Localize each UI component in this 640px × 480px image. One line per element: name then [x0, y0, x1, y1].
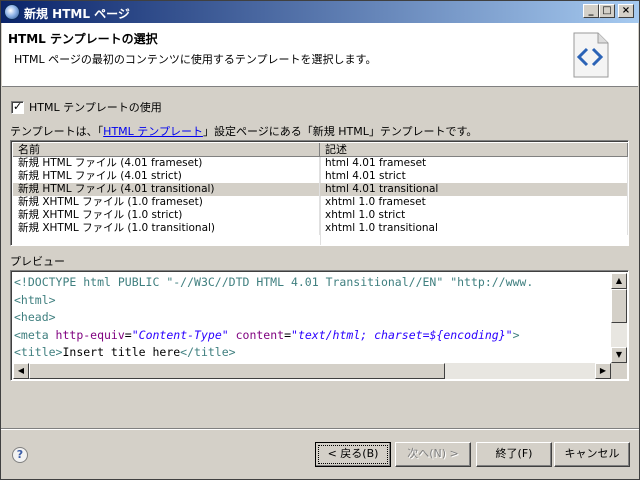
finish-button[interactable]: 終了(F)	[476, 442, 552, 467]
table-row[interactable]: 新規 XHTML ファイル (1.0 strict) xhtml 1.0 str…	[13, 209, 628, 222]
cancel-button[interactable]: キャンセル	[554, 442, 630, 467]
code-title-text: Insert title here	[62, 345, 181, 359]
preview-code: <!DOCTYPE html PUBLIC "-//W3C//DTD HTML …	[14, 274, 610, 364]
maximize-button[interactable]: □	[599, 4, 615, 18]
page-description: HTML ページの最初のコンテンツに使用するテンプレートを選択します。	[14, 53, 377, 66]
code-title-close: </title>	[180, 345, 236, 359]
preview-pane[interactable]: <!DOCTYPE html PUBLIC "-//W3C//DTD HTML …	[10, 270, 629, 381]
code-line: <!DOCTYPE html PUBLIC "-//W3C//DTD HTML …	[14, 274, 610, 292]
row-name: 新規 HTML ファイル (4.01 transitional)	[13, 183, 320, 196]
code-value: "Content-Type"	[131, 327, 229, 342]
minimize-button[interactable]: _	[583, 4, 599, 18]
row-description: html 4.01 transitional	[320, 183, 628, 196]
code-line: <meta http-equiv="Content-Type" content=…	[14, 327, 610, 345]
vertical-scrollbar[interactable]: ▲ ▼	[611, 273, 627, 363]
row-name: 新規 XHTML ファイル (1.0 frameset)	[13, 196, 320, 209]
code-line: <head>	[14, 309, 610, 327]
code-html-tag: <html>	[14, 292, 56, 307]
info-prefix: テンプレートは、「	[10, 125, 104, 138]
row-description: xhtml 1.0 transitional	[320, 222, 628, 235]
use-template-row[interactable]: HTML テンプレートの使用	[11, 99, 162, 115]
scroll-up-icon[interactable]: ▲	[611, 273, 627, 289]
vertical-scroll-thumb[interactable]	[611, 289, 627, 323]
help-icon[interactable]: ?	[12, 447, 28, 463]
code-doctype-string: "-//W3C//DTD HTML 4.01 Transitional//EN"…	[166, 275, 534, 289]
row-name: 新規 HTML ファイル (4.01 strict)	[13, 170, 320, 183]
horizontal-scroll-thumb[interactable]	[29, 363, 445, 379]
code-meta-close: >	[512, 327, 520, 342]
code-title-open: <title>	[14, 345, 63, 359]
table-row[interactable]: 新規 XHTML ファイル (1.0 transitional) xhtml 1…	[13, 222, 628, 235]
row-name: 新規 XHTML ファイル (1.0 transitional)	[13, 222, 320, 235]
info-suffix: 」設定ページにある「新規 HTML」テンプレートです。	[202, 125, 478, 138]
use-template-label: HTML テンプレートの使用	[29, 101, 162, 114]
row-description: html 4.01 strict	[320, 170, 628, 183]
next-button[interactable]: 次へ(N) >	[395, 442, 471, 467]
row-name: 新規 HTML ファイル (4.01 frameset)	[13, 157, 320, 170]
code-doctype: <!DOCTYPE html PUBLIC	[14, 275, 167, 289]
code-attr: http-equiv	[55, 327, 125, 342]
scroll-left-icon[interactable]: ◀	[13, 363, 29, 379]
column-header-name[interactable]: 名前	[13, 143, 320, 157]
button-bar-separator	[1, 428, 639, 430]
table-row[interactable]: 新規 HTML ファイル (4.01 strict) html 4.01 str…	[13, 170, 628, 183]
column-header-description[interactable]: 記述	[320, 143, 628, 157]
table-header: 名前 記述	[13, 143, 628, 157]
code-line: <html>	[14, 292, 610, 310]
close-button[interactable]: ×	[618, 4, 634, 18]
back-button[interactable]: < 戻る(B)	[315, 442, 391, 467]
row-description: xhtml 1.0 frameset	[320, 196, 628, 209]
wizard-header: HTML テンプレートの選択 HTML ページの最初のコンテンツに使用するテンプ…	[2, 23, 638, 87]
row-name: 新規 XHTML ファイル (1.0 strict)	[13, 209, 320, 222]
table-body: 新規 HTML ファイル (4.01 frameset) html 4.01 f…	[13, 157, 628, 235]
template-info: テンプレートは、「HTML テンプレート」設定ページにある「新規 HTML」テン…	[10, 123, 477, 139]
code-line: <title>Insert title here</title>	[14, 344, 610, 362]
horizontal-scrollbar[interactable]: ◀ ▶	[13, 363, 611, 379]
template-table[interactable]: 名前 記述 新規 HTML ファイル (4.01 frameset) html …	[10, 140, 629, 246]
code-attr: content	[235, 327, 285, 342]
row-description: xhtml 1.0 strict	[320, 209, 628, 222]
table-row[interactable]: 新規 HTML ファイル (4.01 frameset) html 4.01 f…	[13, 157, 628, 170]
html-templates-link[interactable]: HTML テンプレート	[103, 125, 203, 138]
scroll-right-icon[interactable]: ▶	[595, 363, 611, 379]
table-row[interactable]: 新規 XHTML ファイル (1.0 frameset) xhtml 1.0 f…	[13, 196, 628, 209]
window-title: 新規 HTML ページ	[24, 7, 130, 21]
code-value: "text/html; charset=${encoding}"	[291, 327, 513, 342]
row-description: html 4.01 frameset	[320, 157, 628, 170]
table-row-selected[interactable]: 新規 HTML ファイル (4.01 transitional) html 4.…	[13, 183, 628, 196]
code-head-tag: <head>	[14, 310, 56, 324]
page-title: HTML テンプレートの選択	[8, 32, 158, 46]
eclipse-icon	[4, 4, 20, 20]
title-bar: 新規 HTML ページ _ □ ×	[1, 1, 639, 23]
preview-label: プレビュー	[10, 255, 65, 268]
code-eq: =	[284, 327, 292, 342]
scroll-down-icon[interactable]: ▼	[611, 347, 627, 363]
scroll-corner	[611, 363, 627, 379]
code-meta-open: <meta	[14, 327, 56, 342]
html-wizard-icon	[573, 32, 609, 78]
code-eq: =	[124, 327, 132, 342]
use-template-checkbox[interactable]	[11, 100, 24, 114]
new-html-page-dialog: 新規 HTML ページ _ □ × HTML テンプレートの選択 HTML ペー…	[0, 0, 640, 480]
